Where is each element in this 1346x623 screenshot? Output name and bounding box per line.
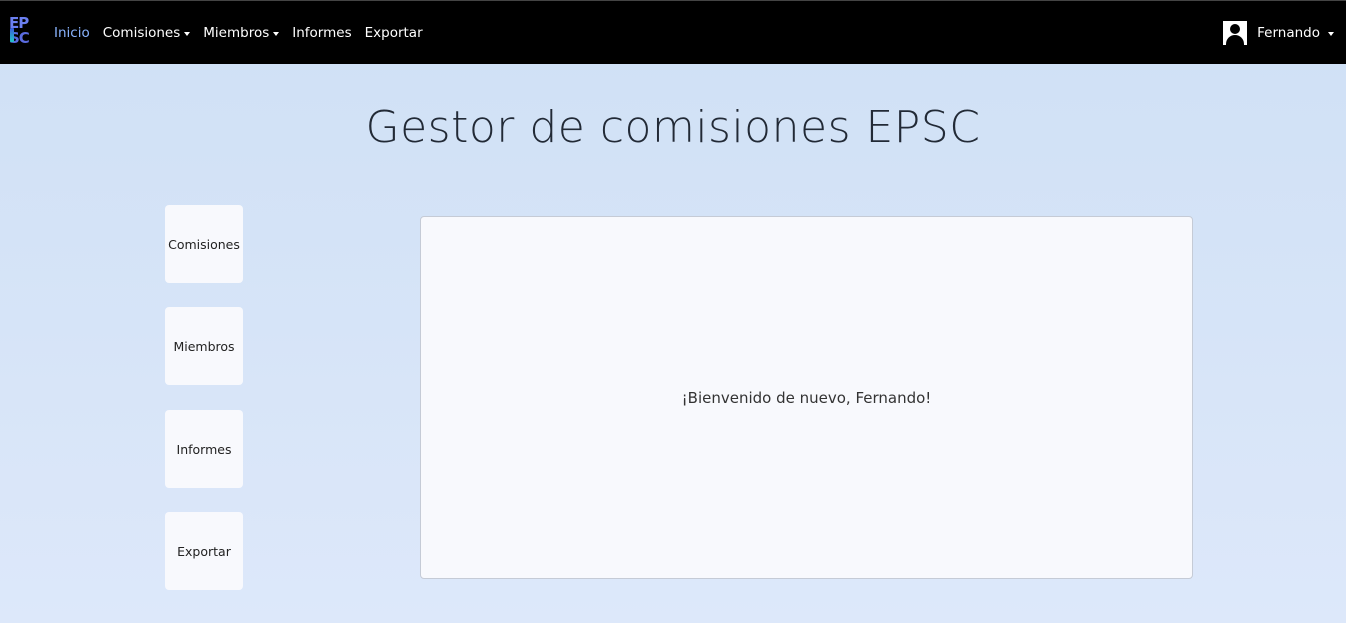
nav-link-comisiones[interactable]: Comisiones (103, 25, 191, 41)
nav-link-informes[interactable]: Informes (292, 25, 351, 41)
side-menu-comisiones[interactable]: Comisiones (165, 205, 243, 283)
page-title: Gestor de comisiones EPSC (365, 102, 981, 153)
nav-link-label: Comisiones (102, 25, 181, 41)
user-menu-dropdown[interactable]: Fernando (1223, 21, 1334, 45)
brand-logo[interactable]: EP SC (9, 16, 37, 50)
user-avatar-icon (1223, 21, 1248, 45)
welcome-panel: ¡Bienvenido de nuevo, Fernando! (420, 216, 1193, 579)
side-menu-label: Miembros (173, 338, 235, 354)
nav-link-miembros[interactable]: Miembros (203, 25, 280, 41)
side-menu-miembros[interactable]: Miembros (165, 307, 243, 385)
nav-link-label: Inicio (54, 25, 90, 41)
user-name: Fernando (1257, 25, 1320, 41)
top-navbar: EP SC Inicio Comisiones Miembros Informe… (0, 0, 1346, 64)
side-menu-exportar[interactable]: Exportar (165, 512, 243, 590)
logo-accent-mark (10, 28, 14, 42)
nav-links: Inicio Comisiones Miembros Informes Expo… (54, 1, 436, 65)
nav-link-label: Exportar (364, 25, 423, 41)
nav-link-label: Informes (292, 25, 352, 41)
chevron-down-icon (273, 32, 280, 36)
side-menu-label: Comisiones (168, 236, 240, 252)
side-menu-label: Exportar (177, 543, 231, 559)
nav-link-inicio[interactable]: Inicio (54, 25, 90, 41)
side-menu-label: Informes (176, 441, 232, 457)
welcome-message: ¡Bienvenido de nuevo, Fernando! (681, 388, 932, 407)
nav-link-exportar[interactable]: Exportar (365, 25, 423, 41)
chevron-down-icon (1328, 32, 1334, 36)
nav-link-label: Miembros (203, 25, 270, 41)
chevron-down-icon (184, 32, 191, 36)
side-menu-informes[interactable]: Informes (165, 410, 243, 488)
